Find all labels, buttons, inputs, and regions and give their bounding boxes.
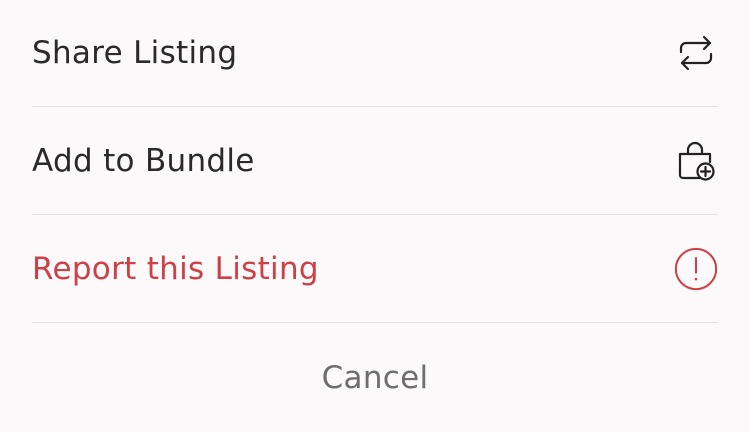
alert-circle-icon: [674, 247, 718, 291]
share-listing-label: Share Listing: [32, 35, 238, 71]
report-listing-button[interactable]: Report this Listing: [32, 216, 718, 323]
report-listing-label: Report this Listing: [32, 251, 319, 287]
add-to-bundle-label: Add to Bundle: [32, 143, 255, 179]
bundle-bag-icon: [674, 139, 718, 183]
share-icon: [674, 31, 718, 75]
add-to-bundle-button[interactable]: Add to Bundle: [32, 108, 718, 215]
share-listing-button[interactable]: Share Listing: [32, 0, 718, 107]
cancel-button[interactable]: Cancel: [0, 324, 750, 432]
action-sheet: Share Listing Add to Bundle Report this …: [0, 0, 750, 432]
